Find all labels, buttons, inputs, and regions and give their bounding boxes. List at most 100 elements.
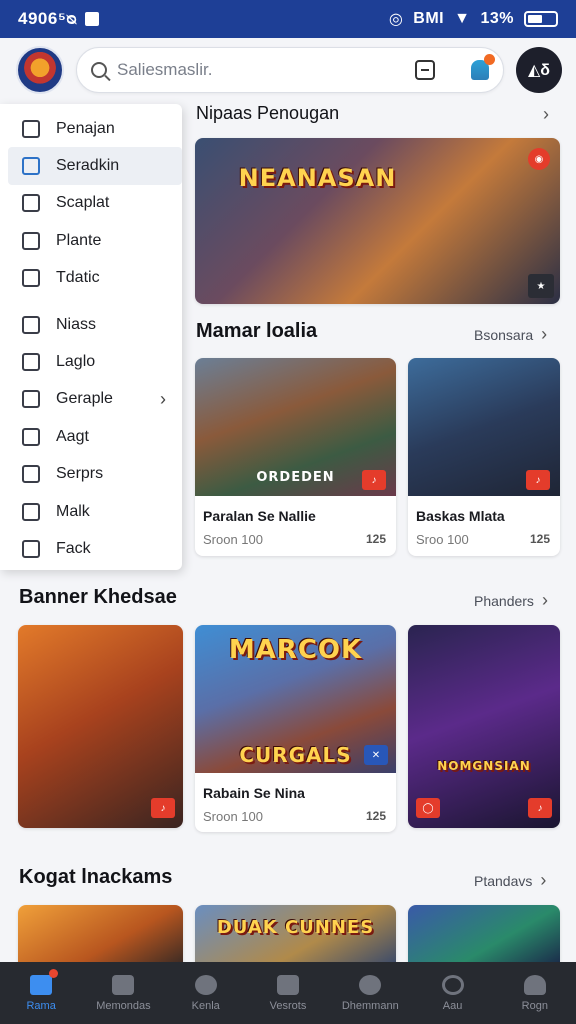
game-badge-icon: ♪ xyxy=(362,470,386,490)
nav-item-aau[interactable]: Aau xyxy=(411,962,493,1024)
nav-item-label: Rogn xyxy=(521,999,548,1012)
drawer-item-tdatic[interactable]: Tdatic xyxy=(0,260,182,297)
game-badge-icon: ♪ xyxy=(528,798,552,818)
chat-icon[interactable] xyxy=(415,60,435,80)
game-card[interactable]: NOMGNSIAN ◯ ♪ xyxy=(408,625,560,828)
nav-item-dhemmann[interactable]: Dhemmann xyxy=(329,962,411,1024)
drawer-item-serprs[interactable]: Serprs xyxy=(0,456,182,493)
drawer-item-label: Scaplat xyxy=(56,194,110,212)
drawer-item-label: Laglo xyxy=(56,353,96,371)
game-card-name: Baskas Mlata xyxy=(416,508,505,524)
avatar[interactable]: ◭δ xyxy=(516,47,562,93)
document-icon xyxy=(22,427,40,446)
nav-item-memondas[interactable]: Memondas xyxy=(82,962,164,1024)
game-card[interactable]: DUAK CUNNES xyxy=(195,905,396,965)
drawer-item-label: Malk xyxy=(56,502,90,520)
nav-item-rogn[interactable]: Rogn xyxy=(494,962,576,1024)
featured-art-title: NEANASAN xyxy=(238,164,397,192)
box-icon xyxy=(22,194,40,213)
wifi-icon: ◎ xyxy=(388,11,404,28)
nav-item-vesrots[interactable]: Vesrots xyxy=(247,962,329,1024)
notification-dot xyxy=(484,54,495,65)
drawer-item-label: Tdatic xyxy=(56,269,100,287)
game-card[interactable]: ♪ xyxy=(18,625,183,828)
section4-see-all-link[interactable]: Ptandavs › xyxy=(474,870,546,891)
notification-dot xyxy=(49,968,59,978)
game-card-count: 125 xyxy=(529,532,550,546)
check-icon xyxy=(22,539,40,558)
game-card[interactable] xyxy=(18,905,183,965)
chevron-right-icon: › xyxy=(540,870,547,890)
featured-banner-art xyxy=(195,138,560,304)
section3-title: Banner Khedsae xyxy=(19,586,177,608)
drawer-item-laglo[interactable]: Laglo xyxy=(0,343,182,380)
chevron-right-icon: › xyxy=(160,388,166,409)
mail-icon xyxy=(22,465,40,484)
nav-item-home[interactable]: Rama xyxy=(0,962,82,1024)
featured-more-icon[interactable]: › xyxy=(543,104,549,125)
nav-item-kenla[interactable]: Kenla xyxy=(165,962,247,1024)
nav-item-label: Memondas xyxy=(96,999,151,1012)
game-card-meta: Sroon 100 xyxy=(203,809,263,824)
book-icon xyxy=(22,353,40,372)
game-card-count: 125 xyxy=(365,532,386,546)
drawer-item-penajan[interactable]: Penajan xyxy=(0,110,182,147)
signal-text: BMI xyxy=(413,10,445,27)
drawer-item-seradkin[interactable]: Seradkin xyxy=(8,147,182,185)
calendar-icon xyxy=(112,974,135,995)
drawer-item-geraple[interactable]: Geraple › xyxy=(0,381,182,418)
share-icon xyxy=(22,315,40,334)
search-icon xyxy=(441,974,464,995)
game-card[interactable]: MARCOK CURGALS ✕ Rabain Se Nina Sroon 10… xyxy=(195,625,396,832)
home-icon xyxy=(30,968,59,995)
notification-bell-icon[interactable] xyxy=(471,54,495,80)
search-bar[interactable] xyxy=(76,47,504,93)
edit-icon xyxy=(22,157,40,176)
game-badge-icon: ♪ xyxy=(526,470,550,490)
search-input[interactable] xyxy=(117,60,407,80)
drawer-item-label: Plante xyxy=(56,231,102,249)
play-badge-icon: ◉ xyxy=(528,148,550,170)
game-card-name: Rabain Se Nina xyxy=(203,785,305,801)
drawer-item-plante[interactable]: Plante xyxy=(0,222,182,259)
game-card[interactable]: ORDEDEN ♪ Paralan Se Nallie Sroon 100 12… xyxy=(195,358,396,556)
nav-item-label: Rama xyxy=(26,999,56,1012)
drawer-item-malk[interactable]: Malk xyxy=(0,493,182,530)
game-card-art-title: DUAK CUNNES xyxy=(216,917,375,938)
drawer-item-niass[interactable]: Niass xyxy=(0,306,182,343)
drawer-item-aagt[interactable]: Aagt xyxy=(0,418,182,455)
user-icon xyxy=(22,119,40,138)
game-card-art-title: NOMGNSIAN xyxy=(437,759,531,773)
drawer-item-label: Fack xyxy=(56,539,91,557)
pencil-icon xyxy=(22,502,40,521)
drawer-item-scaplat[interactable]: Scaplat xyxy=(0,185,182,222)
store-icon xyxy=(276,974,299,995)
featured-banner[interactable]: NEANASAN ◉ ★ xyxy=(195,138,560,304)
nav-item-label: Kenla xyxy=(191,999,220,1012)
drawer-item-label: Aagt xyxy=(56,427,89,445)
grid-icon xyxy=(22,269,40,288)
navigation-drawer: Penajan Seradkin Scaplat Plante Tdatic N… xyxy=(0,104,182,570)
section4-title: Kogat lnackams xyxy=(19,866,173,888)
status-bar: 4906⁵ᴓ ◎ BMI ▼ 13% xyxy=(0,0,576,38)
game-card-count: 125 xyxy=(365,809,386,823)
game-card[interactable] xyxy=(408,905,560,965)
drawer-item-label: Geraple xyxy=(56,390,113,408)
game-card-art xyxy=(18,905,183,965)
wifi-strength-icon: ▼ xyxy=(454,10,471,27)
section3-see-all-link[interactable]: Phanders › xyxy=(474,590,548,611)
game-card[interactable]: ♪ Baskas Mlata Sroo 100 125 xyxy=(408,358,560,556)
app-logo[interactable] xyxy=(16,46,64,94)
drawer-item-fack[interactable]: Fack xyxy=(0,530,182,567)
star-icon[interactable]: ★ xyxy=(528,274,554,298)
game-card-name: Paralan Se Nallie xyxy=(203,508,316,524)
game-card-meta: Sroon 100 xyxy=(203,532,263,547)
section2-see-all-link[interactable]: Bsonsara › xyxy=(474,324,547,345)
section2-title: Mamar loalia xyxy=(196,320,318,342)
nav-item-label: Dhemmann xyxy=(341,999,399,1012)
game-card-art-title-top: MARCOK xyxy=(228,635,363,665)
drawer-item-label: Seradkin xyxy=(56,157,120,175)
section3-link-label: Phanders xyxy=(474,592,534,609)
featured-title: Nipaas Penougan xyxy=(196,103,340,123)
coin-icon xyxy=(359,974,382,995)
